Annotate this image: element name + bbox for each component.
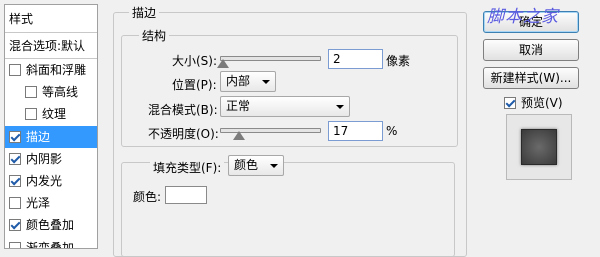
position-select-value: 内部	[226, 74, 251, 88]
preview-label: 预览(V)	[521, 96, 563, 110]
style-item-label: 纹理	[42, 107, 67, 122]
size-slider-track[interactable]	[220, 56, 321, 61]
watermark-text: 脚本之家	[487, 7, 559, 27]
style-item-label: 斜面和浮雕	[26, 63, 87, 77]
style-item-label: 渐变叠加	[26, 240, 75, 249]
structure-group-title: 结构	[139, 27, 170, 44]
texture-checkbox[interactable]	[25, 108, 37, 121]
style-item-label: 等高线	[42, 85, 79, 100]
style-item-inner-shadow[interactable]: 内阴影	[5, 148, 97, 170]
new-style-button[interactable]: 新建样式(W)...	[483, 67, 579, 89]
inner-shadow-checkbox[interactable]	[9, 152, 21, 165]
styles-header[interactable]: 样式	[5, 5, 97, 33]
size-label: 大小(S):	[172, 54, 218, 68]
opacity-unit: %	[386, 124, 398, 138]
blend-mode-label: 混合模式(B):	[148, 103, 218, 117]
fill-type-select[interactable]: 颜色	[228, 155, 284, 176]
style-item-label: 内阴影	[26, 151, 63, 166]
bevel-emboss-checkbox[interactable]	[9, 64, 21, 76]
blend-mode-select-value: 正常	[226, 99, 251, 113]
cancel-button[interactable]: 取消	[483, 39, 579, 61]
color-overlay-checkbox[interactable]	[9, 219, 21, 232]
stroke-section-title: 描边	[129, 4, 160, 21]
style-item-bevel-emboss[interactable]: 斜面和浮雕	[5, 59, 97, 81]
style-item-texture[interactable]: 纹理	[5, 103, 97, 125]
stroke-color-swatch[interactable]	[165, 186, 207, 204]
preview-checkbox[interactable]	[504, 97, 516, 109]
size-slider-thumb[interactable]	[217, 59, 229, 68]
inner-glow-checkbox[interactable]	[9, 174, 21, 187]
blend-mode-select[interactable]: 正常	[220, 96, 350, 117]
style-item-inner-glow[interactable]: 内发光	[5, 170, 97, 192]
gradient-overlay-checkbox[interactable]	[9, 241, 21, 248]
size-unit: 像素	[386, 54, 411, 68]
style-item-label: 颜色叠加	[26, 218, 75, 233]
size-input[interactable]: 2	[328, 49, 383, 69]
style-item-gradient-overlay[interactable]: 渐变叠加	[5, 237, 97, 249]
opacity-input[interactable]: 17	[328, 121, 383, 141]
chevron-down-icon	[336, 105, 344, 109]
preview-toggle[interactable]: 预览(V)	[504, 94, 563, 111]
satin-checkbox[interactable]	[9, 197, 21, 210]
opacity-slider-thumb[interactable]	[233, 131, 245, 140]
style-item-satin[interactable]: 光泽	[5, 192, 97, 214]
style-item-label: 内发光	[26, 173, 63, 188]
chevron-down-icon	[270, 164, 278, 168]
stroke-checkbox[interactable]	[9, 130, 21, 143]
position-select[interactable]: 内部	[220, 71, 276, 92]
fill-type-select-value: 颜色	[234, 158, 259, 172]
style-item-stroke[interactable]: 描边	[5, 125, 97, 148]
style-item-label: 描边	[26, 129, 51, 144]
chevron-down-icon	[262, 80, 270, 84]
color-label: 颜色:	[133, 190, 162, 204]
style-item-label: 光泽	[26, 196, 51, 211]
style-item-contour[interactable]: 等高线	[5, 81, 97, 103]
styles-list-panel: 样式 混合选项:默认 斜面和浮雕 等高线 纹理 描边 内阴影 内发光 光泽 颜色…	[4, 4, 98, 249]
opacity-label: 不透明度(O):	[148, 127, 219, 141]
preview-thumbnail	[506, 114, 572, 180]
preview-swatch	[521, 129, 557, 165]
style-item-color-overlay[interactable]: 颜色叠加	[5, 214, 97, 236]
fill-type-label: 填充类型(F):	[150, 159, 225, 176]
blend-options-item[interactable]: 混合选项:默认	[5, 33, 97, 59]
contour-checkbox[interactable]	[25, 86, 37, 99]
position-label: 位置(P):	[172, 78, 217, 92]
fill-group	[121, 162, 455, 257]
